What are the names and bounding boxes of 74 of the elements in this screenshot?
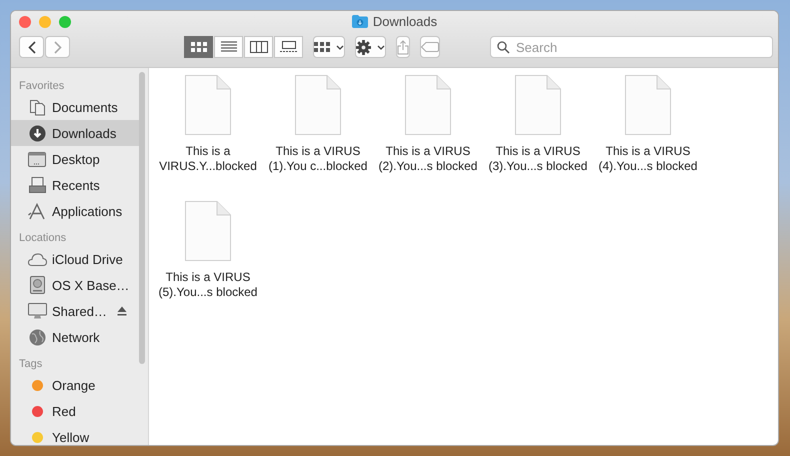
caret-icon <box>377 44 385 50</box>
sidebar-item[interactable]: Desktop <box>11 146 141 172</box>
recents-icon <box>28 177 46 193</box>
share-icon <box>397 40 409 54</box>
file-item[interactable]: This is a VIRUS (2).You...s blocked <box>373 74 483 200</box>
download-icon <box>28 124 46 142</box>
sidebar-section-title: Locations <box>18 231 68 246</box>
document-icon <box>624 74 672 136</box>
desktop-icon <box>28 152 46 166</box>
view-mode-button[interactable] <box>214 36 243 58</box>
file-name: VIRUS.Y...blocked <box>159 159 257 174</box>
search-field[interactable]: Search <box>490 36 773 58</box>
globe-icon <box>28 328 46 346</box>
sidebar-item[interactable]: OS X Base… <box>11 272 141 298</box>
eject-icon[interactable] <box>116 306 127 316</box>
file-item[interactable]: This is a VIRUS (5).You...s blocked <box>153 200 263 326</box>
sidebar-item[interactable]: Downloads <box>11 120 141 146</box>
file-name: This is a VIRUS <box>496 144 580 159</box>
back-button[interactable] <box>19 36 44 58</box>
monitor-icon <box>28 303 46 319</box>
file-name: (2).You...s blocked <box>378 159 478 174</box>
sidebar-item[interactable]: Documents <box>11 94 141 120</box>
tag-icon <box>421 42 439 52</box>
folder-icon <box>352 15 368 28</box>
sidebar-item[interactable]: iCloud Drive <box>11 246 141 272</box>
gallery-icon <box>280 41 298 53</box>
sidebar-item[interactable]: Orange <box>11 372 141 398</box>
gear-icon <box>356 40 371 54</box>
document-icon <box>514 74 562 136</box>
file-name: This is a VIRUS <box>386 144 470 159</box>
hard-drive-icon <box>30 276 44 294</box>
document-icon <box>294 74 342 136</box>
chevron-right-icon <box>54 40 62 54</box>
document-icon <box>184 74 232 136</box>
file-name: (4).You...s blocked <box>598 159 698 174</box>
list-icon <box>220 41 236 53</box>
sidebar-item[interactable]: Applications <box>11 198 141 224</box>
file-name: (3).You...s blocked <box>488 159 588 174</box>
sidebar-item[interactable]: Shared… <box>11 298 141 324</box>
file-name: This is a VIRUS <box>166 270 250 285</box>
action-button[interactable] <box>355 36 386 58</box>
sidebar-item[interactable]: Red <box>11 398 141 424</box>
applications-icon <box>28 202 46 220</box>
sidebar-item[interactable]: Recents <box>11 172 141 198</box>
grid-icon <box>190 41 206 53</box>
close-button[interactable] <box>19 16 31 28</box>
scrollbar[interactable] <box>139 72 145 364</box>
cloud-icon <box>28 252 46 266</box>
file-item[interactable]: This is a VIRUS.Y...blocked <box>153 74 263 200</box>
window-title: Downloads <box>372 14 438 29</box>
search-icon <box>497 41 510 54</box>
document-icon <box>404 74 452 136</box>
file-name: This is a VIRUS <box>606 144 690 159</box>
columns-icon <box>250 41 268 53</box>
caret-icon <box>336 44 344 50</box>
sidebar-item[interactable]: Network <box>11 324 141 350</box>
file-item[interactable]: This is a VIRUS (3).You...s blocked <box>483 74 593 200</box>
sidebar-item[interactable]: Yellow <box>11 424 141 445</box>
group-by-button[interactable] <box>313 36 345 58</box>
file-name: This is a VIRUS <box>276 144 360 159</box>
view-mode-button[interactable] <box>184 36 213 58</box>
file-item[interactable]: This is a VIRUS (1).You c...blocked <box>263 74 373 200</box>
sidebar-section-title: Tags <box>18 357 44 372</box>
view-mode-button[interactable] <box>274 36 303 58</box>
file-name: (5).You...s blocked <box>158 285 258 300</box>
view-mode-button[interactable] <box>244 36 273 58</box>
document-icon <box>184 200 232 262</box>
file-name: (1).You c...blocked <box>268 159 368 174</box>
file-item[interactable]: This is a VIRUS (4).You...s blocked <box>593 74 703 200</box>
documents-icon <box>28 98 46 116</box>
sidebar-section-title: Favorites <box>18 79 66 94</box>
chevron-left-icon <box>28 40 36 54</box>
grid-icon <box>314 41 330 53</box>
file-name: This is a <box>186 144 230 159</box>
